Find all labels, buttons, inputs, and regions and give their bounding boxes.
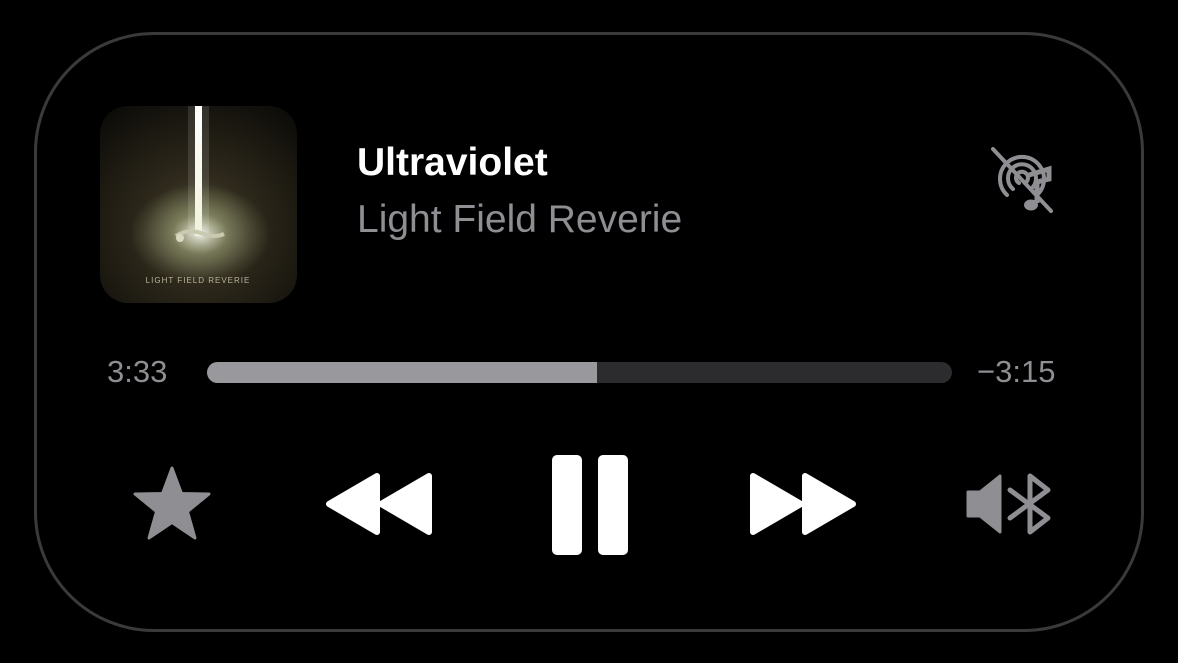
pause-icon[interactable] [551,454,629,556]
track-title: Ultraviolet [357,141,548,184]
album-artwork-image: LIGHT FIELD REVERIE [100,106,297,303]
track-artist: Light Field Reverie [357,198,683,241]
star-icon[interactable] [133,466,211,542]
remaining-time: −3:15 [977,354,1056,389]
fast-forward-icon[interactable] [747,472,857,536]
rewind-icon[interactable] [325,472,435,536]
artwork-caption: LIGHT FIELD REVERIE [146,276,251,285]
speaker-bluetooth-icon[interactable] [966,472,1054,536]
progress-fill [207,362,597,383]
airplay-audio-off-icon[interactable] [983,145,1059,215]
elapsed-time: 3:33 [107,354,168,389]
album-artwork[interactable]: LIGHT FIELD REVERIE [100,106,297,303]
progress-bar[interactable] [207,362,952,383]
